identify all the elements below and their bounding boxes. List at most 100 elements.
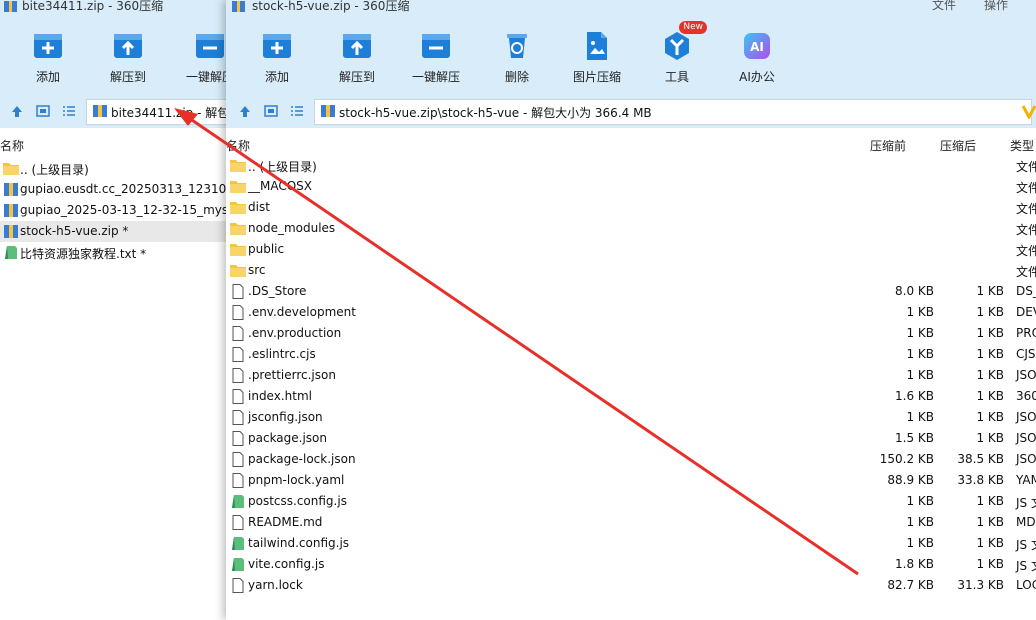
list-item[interactable]: gupiao.eusdt.cc_20250313_123109.t <box>0 179 226 200</box>
file-name: postcss.config.js <box>248 494 347 508</box>
table-row[interactable]: public 文件 <box>226 239 1036 260</box>
back-add-button[interactable]: 添加 <box>18 30 78 86</box>
size-before: 1.8 KB <box>895 557 934 571</box>
front-window-title: stock-h5-vue.zip - 360压缩 <box>252 0 410 13</box>
front-address-bar[interactable]: stock-h5-vue.zip\stock-h5-vue - 解包大小为 36… <box>314 99 1032 125</box>
up-arrow-icon[interactable] <box>238 104 252 118</box>
col-before[interactable]: 压缩前 <box>870 137 906 154</box>
delete-button[interactable]: 删除 <box>487 30 547 86</box>
extract-to-icon <box>343 34 371 58</box>
table-row[interactable]: dist 文件 <box>226 197 1036 218</box>
table-row[interactable]: package.json 1.5 KB 1 KB JSO <box>226 428 1036 449</box>
size-before: 82.7 KB <box>887 578 934 592</box>
col-name[interactable]: 名称 <box>226 137 250 154</box>
table-row[interactable]: tailwind.config.js 1 KB 1 KB JS 文 <box>226 533 1036 554</box>
add-button[interactable]: 添加 <box>247 30 307 86</box>
size-after: 1 KB <box>976 431 1004 445</box>
front-navbar: stock-h5-vue.zip\stock-h5-vue - 解包大小为 36… <box>226 96 1036 126</box>
size-after: 1 KB <box>976 536 1004 550</box>
table-row[interactable]: __MACOSX 文件 <box>226 176 1036 197</box>
list-item[interactable]: gupiao_2025-03-13_12-32-15_mysq <box>0 200 226 221</box>
one-click-extract-icon <box>196 34 224 58</box>
file-type: 文件 <box>1016 160 1036 174</box>
file-type: MD <box>1016 515 1036 529</box>
back-address-bar[interactable]: bite34411.zip - 解包 <box>86 99 226 125</box>
table-row[interactable]: vite.config.js 1.8 KB 1 KB JS 文 <box>226 554 1036 575</box>
size-before: 1.6 KB <box>895 389 934 403</box>
tools-button[interactable]: New 工具 <box>647 21 707 86</box>
table-row[interactable]: pnpm-lock.yaml 88.9 KB 33.8 KB YAM <box>226 470 1036 491</box>
size-before: 1 KB <box>906 305 934 319</box>
table-row[interactable]: yarn.lock 82.7 KB 31.3 KB LOC <box>226 575 1036 596</box>
size-before: 1 KB <box>906 536 934 550</box>
file-type: 文件 <box>1016 202 1036 216</box>
file-type: 文件 <box>1016 223 1036 237</box>
size-after: 1 KB <box>976 557 1004 571</box>
table-row[interactable]: jsconfig.json 1 KB 1 KB JSO <box>226 407 1036 428</box>
recycle-icon <box>507 34 527 58</box>
table-row[interactable]: .DS_Store 8.0 KB 1 KB DS_ <box>226 281 1036 302</box>
folder-icon <box>230 158 246 173</box>
list-item[interactable]: stock-h5-vue.zip * <box>0 221 226 242</box>
size-after: 1 KB <box>976 284 1004 298</box>
size-after: 33.8 KB <box>957 473 1004 487</box>
table-row[interactable]: .prettierrc.json 1 KB 1 KB JSO <box>226 365 1036 386</box>
text-file-icon <box>3 245 19 260</box>
file-name: .env.development <box>248 305 356 319</box>
table-row[interactable]: README.md 1 KB 1 KB MD <box>226 512 1036 533</box>
table-row[interactable]: postcss.config.js 1 KB 1 KB JS 文 <box>226 491 1036 512</box>
file-name: dist <box>248 200 270 214</box>
menu-file[interactable]: 文件 <box>932 0 956 13</box>
one-click-extract-button[interactable]: 一键解压 <box>406 30 466 86</box>
back-window-title: bite34411.zip - 360压缩 <box>22 0 164 13</box>
folder-icon <box>230 242 246 257</box>
archive-app-icon <box>232 1 245 12</box>
back-col-name[interactable]: 名称 <box>0 137 24 154</box>
table-row[interactable]: .. (上级目录) 文件 <box>226 155 1036 176</box>
table-row[interactable]: index.html 1.6 KB 1 KB 360 <box>226 386 1036 407</box>
file-icon <box>230 305 246 320</box>
size-before: 1 KB <box>906 410 934 424</box>
view-list-icon[interactable] <box>62 104 76 118</box>
file-type: 文件 <box>1016 181 1036 195</box>
table-row[interactable]: node_modules 文件 <box>226 218 1036 239</box>
front-window: stock-h5-vue.zip - 360压缩 文件 操作 添加 解压到 一键… <box>226 0 1036 620</box>
file-name: README.md <box>248 515 323 529</box>
file-name: .prettierrc.json <box>248 368 336 382</box>
table-row[interactable]: package-lock.json 150.2 KB 38.5 KB JSO <box>226 449 1036 470</box>
file-icon <box>230 452 246 467</box>
size-before: 1 KB <box>906 368 934 382</box>
table-row[interactable]: .env.production 1 KB 1 KB PRO <box>226 323 1036 344</box>
view-list-icon[interactable] <box>290 104 304 118</box>
ai-office-icon: AI <box>744 33 770 59</box>
dropdown-chevron-icon[interactable] <box>1022 103 1036 119</box>
table-row[interactable]: .eslintrc.cjs 1 KB 1 KB CJS <box>226 344 1036 365</box>
up-arrow-icon[interactable] <box>10 104 24 118</box>
size-before: 8.0 KB <box>895 284 934 298</box>
extract-to-button[interactable]: 解压到 <box>327 30 387 86</box>
tools-label: 工具 <box>664 70 689 84</box>
back-one-click-extract-label: 一键解压 <box>185 70 226 84</box>
size-after: 31.3 KB <box>957 578 1004 592</box>
list-item[interactable]: .. (上级目录) <box>0 158 226 179</box>
file-icon <box>230 368 246 383</box>
view-thumbnail-icon[interactable] <box>36 104 50 118</box>
image-compress-button[interactable]: 图片压缩 <box>567 30 627 86</box>
file-name: src <box>248 263 266 277</box>
table-row[interactable]: src 文件 <box>226 260 1036 281</box>
menu-operate[interactable]: 操作 <box>984 0 1008 13</box>
script-icon <box>230 557 246 572</box>
table-row[interactable]: .env.development 1 KB 1 KB DEV <box>226 302 1036 323</box>
file-icon <box>230 578 246 593</box>
back-one-click-extract-button[interactable]: 一键解压 <box>180 30 226 86</box>
view-thumbnail-icon[interactable] <box>264 104 278 118</box>
list-item[interactable]: 比特资源独家教程.txt * <box>0 242 226 263</box>
col-type[interactable]: 类型 <box>1010 137 1034 154</box>
file-type: DS_ <box>1016 284 1036 298</box>
ai-office-button[interactable]: AI AI办公 <box>727 30 787 86</box>
file-type: 360 <box>1016 389 1036 403</box>
back-extract-to-button[interactable]: 解压到 <box>98 30 158 86</box>
file-name: node_modules <box>248 221 336 235</box>
file-name: pnpm-lock.yaml <box>248 473 345 487</box>
col-after[interactable]: 压缩后 <box>940 137 976 154</box>
